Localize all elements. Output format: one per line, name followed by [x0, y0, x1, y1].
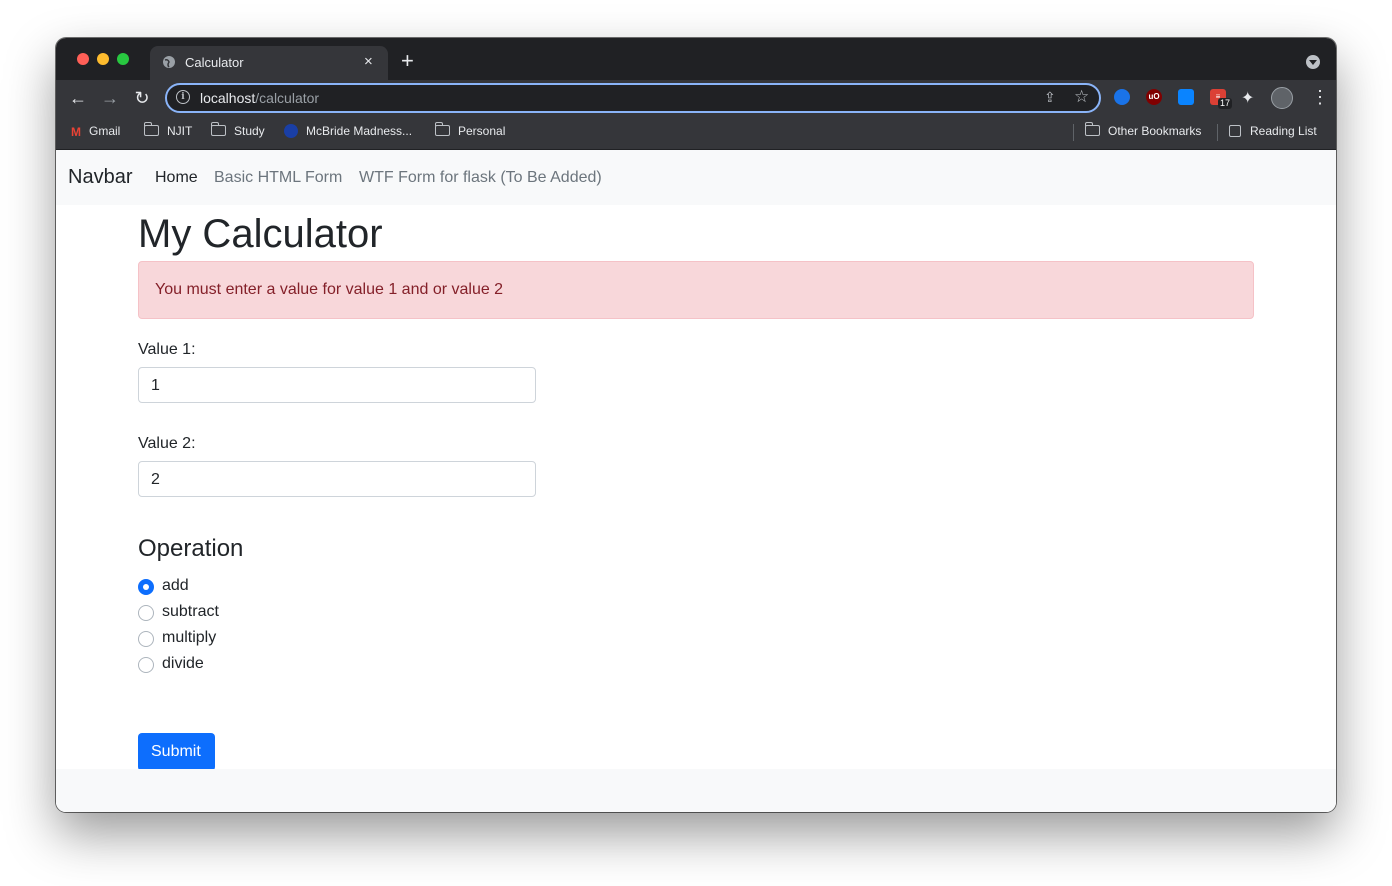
more-menu-icon[interactable]: ⋮: [1311, 86, 1329, 108]
tab-calculator[interactable]: Calculator ×: [150, 46, 388, 80]
password-manager-extension-icon[interactable]: [1114, 89, 1130, 105]
address-bar[interactable]: i localhost/calculator ⇪ ☆: [165, 83, 1101, 113]
site-icon: [284, 124, 298, 138]
bookmark-njit[interactable]: NJIT: [144, 122, 192, 138]
page-title: My Calculator: [138, 212, 383, 256]
value1-text: 1: [151, 377, 160, 394]
gmail-icon: M: [71, 125, 81, 139]
bookmark-star-icon[interactable]: ☆: [1074, 87, 1089, 107]
tab-title: Calculator: [185, 55, 244, 70]
profile-avatar[interactable]: [1271, 87, 1293, 109]
nav-link-wtf-form[interactable]: WTF Form for flask (To Be Added): [359, 169, 602, 187]
value1-input[interactable]: 1: [138, 367, 536, 403]
page-footer: [56, 769, 1336, 812]
ublock-extension-icon[interactable]: uO: [1146, 89, 1162, 105]
page-content: Navbar Home Basic HTML Form WTF Form for…: [56, 150, 1336, 812]
navbar-brand[interactable]: Navbar: [68, 166, 132, 189]
bookmark-other[interactable]: Other Bookmarks: [1085, 122, 1201, 138]
close-window-button[interactable]: [77, 53, 89, 65]
operation-title: Operation: [138, 535, 244, 562]
reading-list[interactable]: Reading List: [1229, 124, 1317, 138]
reading-list-icon: [1229, 125, 1241, 137]
submit-label: Submit: [151, 743, 201, 760]
submit-button[interactable]: Submit: [138, 733, 215, 771]
minimize-window-button[interactable]: [97, 53, 109, 65]
browser-window: Calculator × + ← → ↻ i localhost/calcula…: [56, 38, 1336, 812]
radio-label-multiply[interactable]: multiply: [162, 629, 216, 647]
divider: [1073, 124, 1074, 141]
tab-strip: Calculator × +: [56, 38, 1336, 80]
browser-toolbar: ← → ↻ i localhost/calculator ⇪ ☆ uO ≡ 17…: [56, 80, 1336, 116]
share-icon[interactable]: ⇪: [1044, 89, 1056, 106]
new-tab-button[interactable]: +: [401, 50, 414, 72]
bookmark-study[interactable]: Study: [211, 122, 265, 138]
folder-icon: [211, 122, 226, 136]
url-text: localhost/calculator: [200, 90, 320, 106]
maximize-window-button[interactable]: [117, 53, 129, 65]
extension-badge: 17: [1218, 98, 1233, 109]
value2-label: Value 2:: [138, 435, 196, 452]
radio-label-subtract[interactable]: subtract: [162, 603, 219, 621]
extension-icon[interactable]: [1178, 89, 1194, 105]
value2-text: 2: [151, 471, 160, 488]
forward-arrow-icon[interactable]: →: [99, 87, 121, 109]
radio-button-divide[interactable]: [138, 657, 154, 673]
back-arrow-icon[interactable]: ←: [67, 87, 89, 109]
radio-button-subtract[interactable]: [138, 605, 154, 621]
radio-button-add[interactable]: [138, 579, 154, 595]
navbar: Navbar Home Basic HTML Form WTF Form for…: [56, 150, 1336, 205]
value1-label: Value 1:: [138, 341, 196, 358]
alert-message: You must enter a value for value 1 and o…: [155, 281, 504, 298]
folder-icon: [435, 122, 450, 136]
nav-link-home[interactable]: Home: [155, 169, 198, 187]
folder-icon: [1085, 122, 1100, 136]
error-alert: You must enter a value for value 1 and o…: [138, 261, 1254, 319]
info-icon[interactable]: i: [176, 90, 190, 104]
folder-icon: [144, 122, 159, 136]
globe-icon: [163, 56, 175, 68]
reload-icon[interactable]: ↻: [131, 87, 153, 109]
bookmark-personal[interactable]: Personal: [435, 122, 505, 138]
value2-input[interactable]: 2: [138, 461, 536, 497]
nav-link-basic-form[interactable]: Basic HTML Form: [214, 169, 342, 187]
radio-label-add[interactable]: add: [162, 577, 189, 595]
radio-label-divide[interactable]: divide: [162, 655, 204, 673]
extensions-puzzle-icon[interactable]: ✦: [1241, 88, 1254, 108]
bookmark-mcbride[interactable]: McBride Madness...: [284, 124, 412, 138]
bookmark-gmail[interactable]: M Gmail: [71, 124, 120, 139]
tab-close-icon[interactable]: ×: [364, 53, 373, 71]
tab-search-icon[interactable]: [1306, 55, 1320, 69]
radio-button-multiply[interactable]: [138, 631, 154, 647]
divider: [1217, 124, 1218, 141]
bookmarks-bar: M Gmail NJIT Study McBride Madness... Per…: [56, 116, 1336, 150]
